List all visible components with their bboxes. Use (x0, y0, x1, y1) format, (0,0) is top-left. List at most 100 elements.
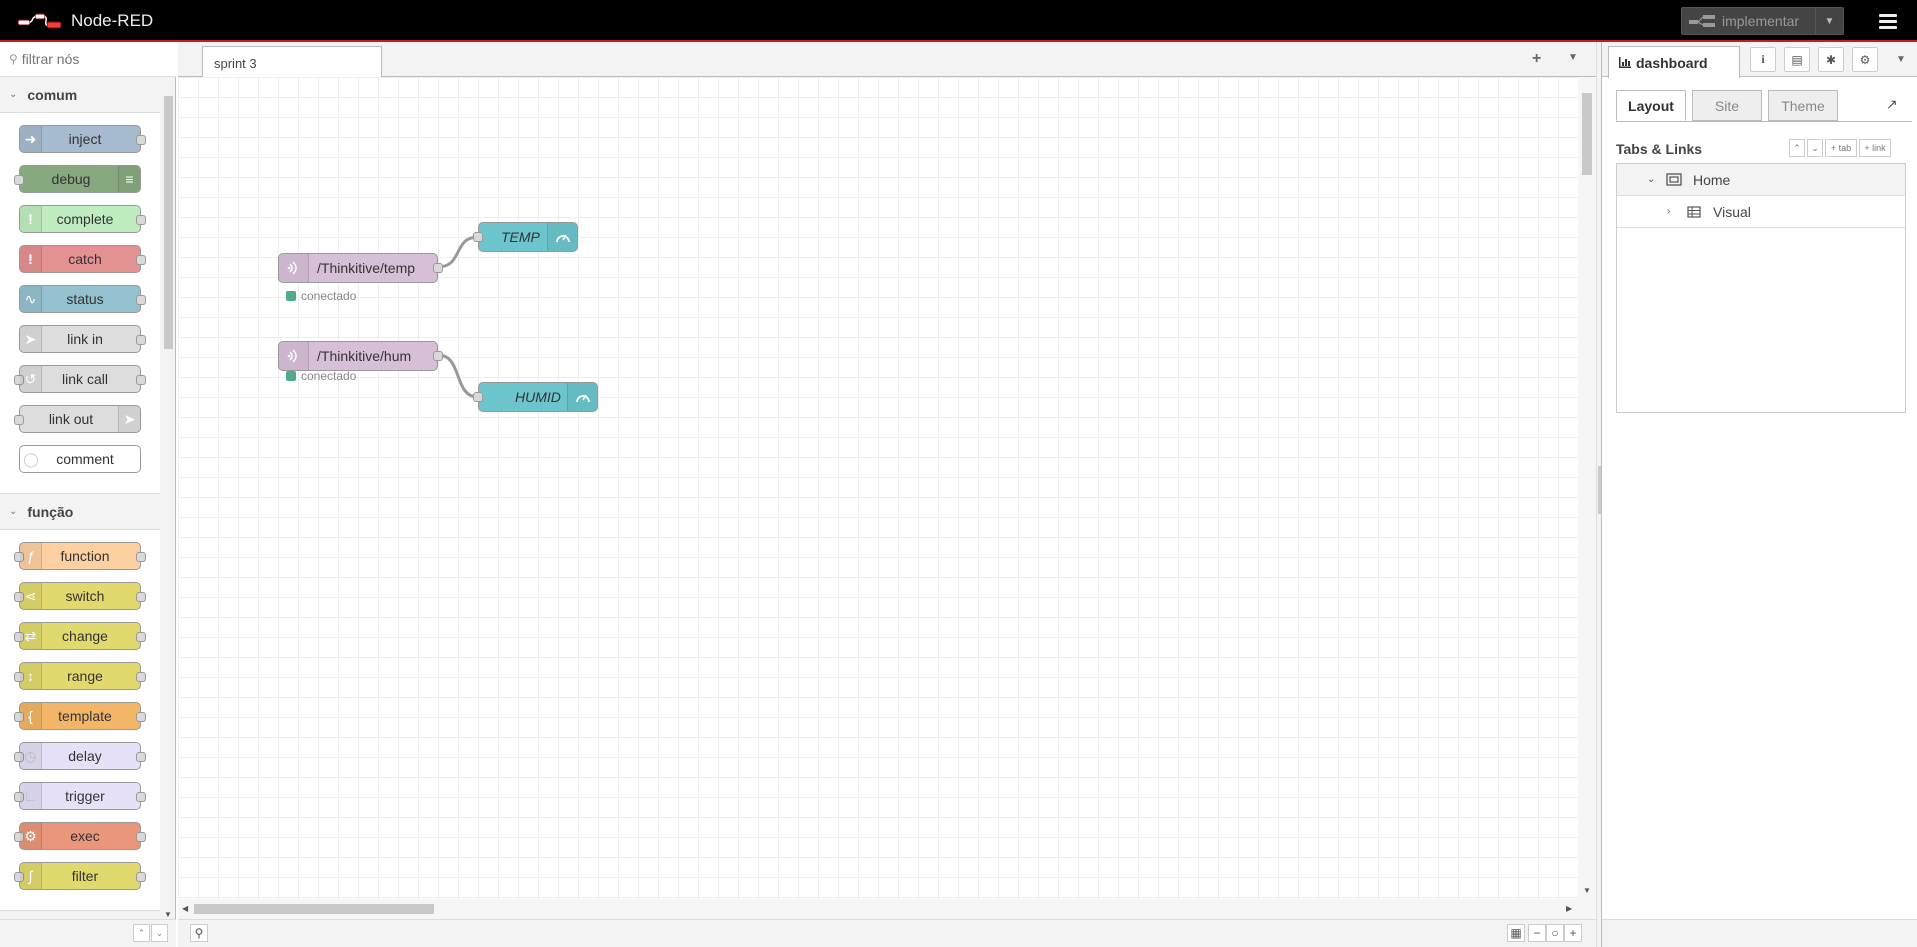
switch-icon: ⋖ (20, 583, 42, 609)
dashboard-tab-theme[interactable]: Theme (1768, 90, 1838, 121)
sidebar-tabs-caret-icon[interactable]: ▼ (1896, 54, 1906, 65)
deploy-options-caret-icon[interactable]: ▼ (1815, 8, 1843, 34)
node-status-hum: conectado (286, 369, 356, 383)
link-call-icon: ↺ (20, 366, 42, 392)
input-port[interactable] (473, 392, 483, 402)
flow-node-gauge-humid[interactable]: HUMID (473, 382, 598, 412)
input-port[interactable] (473, 232, 483, 242)
palette-node-debug[interactable]: debug ≡ (14, 165, 141, 193)
sidebar: dashboard i ▤ ✱ ⚙ ▼ Layout Site Theme ↗ … (1601, 42, 1917, 947)
input-port (14, 415, 24, 425)
palette-filter-input[interactable] (21, 51, 162, 67)
tree-item-label: Home (1693, 171, 1731, 188)
main-menu-hamburger-icon[interactable] (1868, 7, 1908, 35)
gear-icon[interactable]: ⚙ (1852, 47, 1878, 72)
category-header-funcao[interactable]: ⌄ função (0, 494, 160, 530)
tree-item-home[interactable]: ⌄ Home (1617, 164, 1905, 196)
brace-icon: { (20, 703, 42, 729)
palette-node-comment[interactable]: ◯ comment (19, 445, 141, 473)
chevron-right-icon[interactable]: › (1667, 206, 1679, 217)
output-port (136, 672, 146, 682)
palette-node-exec[interactable]: ⚙ exec (14, 822, 146, 850)
sidebar-tab-dashboard[interactable]: dashboard (1608, 46, 1740, 78)
add-flow-plus-icon[interactable]: + (1532, 50, 1541, 68)
zoom-reset-icon[interactable]: ○ (1546, 924, 1564, 942)
palette-node-inject[interactable]: ➜ inject (19, 125, 146, 153)
chevron-down-icon: ⌄ (9, 506, 18, 517)
tabs-links-title: Tabs & Links (1616, 141, 1703, 157)
navigator-map-icon[interactable]: ▦ (1507, 924, 1525, 942)
wires-layer (437, 235, 479, 399)
palette-node-switch[interactable]: ⋖ switch (14, 582, 146, 610)
scroll-right-arrow-icon[interactable]: ▶ (1566, 904, 1572, 913)
canvas-horizontal-scrollbar[interactable]: ◀ ▶ (178, 899, 1596, 919)
horizontal-scrollbar-thumb[interactable] (194, 904, 434, 914)
category-body-funcao: ƒ function ⋖ switch ⇄ change ↕ range {t… (0, 530, 160, 911)
wire-hum (437, 353, 479, 399)
category-header-comum[interactable]: ⌄ comum (0, 77, 160, 113)
collapse-all-icon[interactable]: ⌃ (133, 924, 150, 942)
move-down-icon[interactable]: ⌄ (1807, 139, 1823, 157)
flow-canvas[interactable]: /Thinkitive/temp conectado /Thinkitive/h… (178, 77, 1578, 899)
expand-all-icon[interactable]: ⌄ (151, 924, 168, 942)
move-up-icon[interactable]: ⌃ (1789, 139, 1805, 157)
vertical-scrollbar-thumb[interactable] (1582, 93, 1592, 175)
palette-node-link-call[interactable]: ↺ link call (14, 365, 146, 393)
search-icon[interactable]: ⚲ (190, 924, 208, 942)
app-header: Node-RED implementar ▼ (0, 0, 1917, 42)
flow-node-mqtt-temp[interactable]: /Thinkitive/temp (278, 253, 443, 283)
external-link-icon[interactable]: ↗ (1886, 96, 1898, 113)
dashboard-tab-layout[interactable]: Layout (1616, 90, 1686, 121)
add-link-button[interactable]: + link (1859, 139, 1891, 157)
scroll-down-arrow-icon[interactable]: ▼ (164, 910, 172, 919)
palette-node-delay[interactable]: ◷ delay (14, 742, 146, 770)
sidebar-tabs: dashboard i ▤ ✱ ⚙ ▼ (1602, 42, 1917, 78)
zoom-in-icon[interactable]: + (1564, 924, 1582, 942)
palette-node-template[interactable]: { template (14, 702, 146, 730)
info-icon[interactable]: i (1750, 47, 1776, 72)
deploy-button[interactable]: implementar ▼ (1681, 7, 1844, 35)
chevron-down-icon[interactable]: ⌄ (1647, 174, 1659, 185)
gauge-icon (547, 223, 577, 251)
book-icon[interactable]: ▤ (1784, 47, 1810, 72)
canvas-vertical-scrollbar[interactable]: ▼ (1578, 77, 1596, 899)
flow-tab[interactable]: sprint 3 (202, 46, 382, 78)
palette-scrollbar-thumb[interactable] (164, 96, 173, 349)
palette-list: ⌄ comum ➜ inject debug ≡ ! complete ! ca… (0, 77, 160, 917)
deploy-label: implementar (1722, 13, 1800, 29)
output-port (136, 552, 146, 562)
output-port[interactable] (433, 351, 443, 361)
bug-icon[interactable]: ✱ (1818, 47, 1844, 72)
palette-scrollbar[interactable]: ▼ (161, 84, 175, 919)
status-dot (286, 371, 296, 381)
flow-node-mqtt-hum[interactable]: /Thinkitive/hum (278, 341, 443, 371)
scroll-left-arrow-icon[interactable]: ◀ (182, 904, 188, 913)
palette-node-status[interactable]: ∿ status (19, 285, 146, 313)
output-port (136, 335, 146, 345)
zoom-out-icon[interactable]: − (1528, 924, 1546, 942)
palette-node-trigger[interactable]: ∟ trigger (14, 782, 146, 810)
dashboard-tab-site[interactable]: Site (1692, 90, 1762, 121)
add-tab-button[interactable]: + tab (1825, 139, 1857, 157)
scroll-down-arrow-icon[interactable]: ▼ (1583, 886, 1591, 895)
range-icon: ↕ (20, 663, 42, 689)
search-icon: ⚲ (9, 52, 18, 66)
list-flows-caret-icon[interactable]: ▼ (1568, 52, 1578, 63)
function-icon: ƒ (20, 543, 42, 569)
tree-item-visual[interactable]: › Visual (1617, 196, 1905, 228)
palette-node-change[interactable]: ⇄ change (14, 622, 146, 650)
flow-node-gauge-temp[interactable]: TEMP (473, 222, 578, 252)
palette-node-function[interactable]: ƒ function (14, 542, 146, 570)
category-label: função (27, 503, 74, 520)
palette-node-range[interactable]: ↕ range (14, 662, 146, 690)
palette-node-link-in[interactable]: ➤ link in (19, 325, 146, 353)
flow-node-label: /Thinkitive/temp (317, 260, 416, 276)
input-port (14, 175, 24, 185)
output-port[interactable] (433, 263, 443, 273)
status-text: conectado (301, 289, 357, 303)
palette-node-filter[interactable]: ∫ filter (14, 862, 146, 890)
palette-node-link-out[interactable]: link out ➤ (14, 405, 141, 433)
chevron-down-icon: ⌄ (9, 89, 18, 100)
palette-node-complete[interactable]: ! complete (19, 205, 146, 233)
palette-node-catch[interactable]: ! catch (19, 245, 146, 273)
